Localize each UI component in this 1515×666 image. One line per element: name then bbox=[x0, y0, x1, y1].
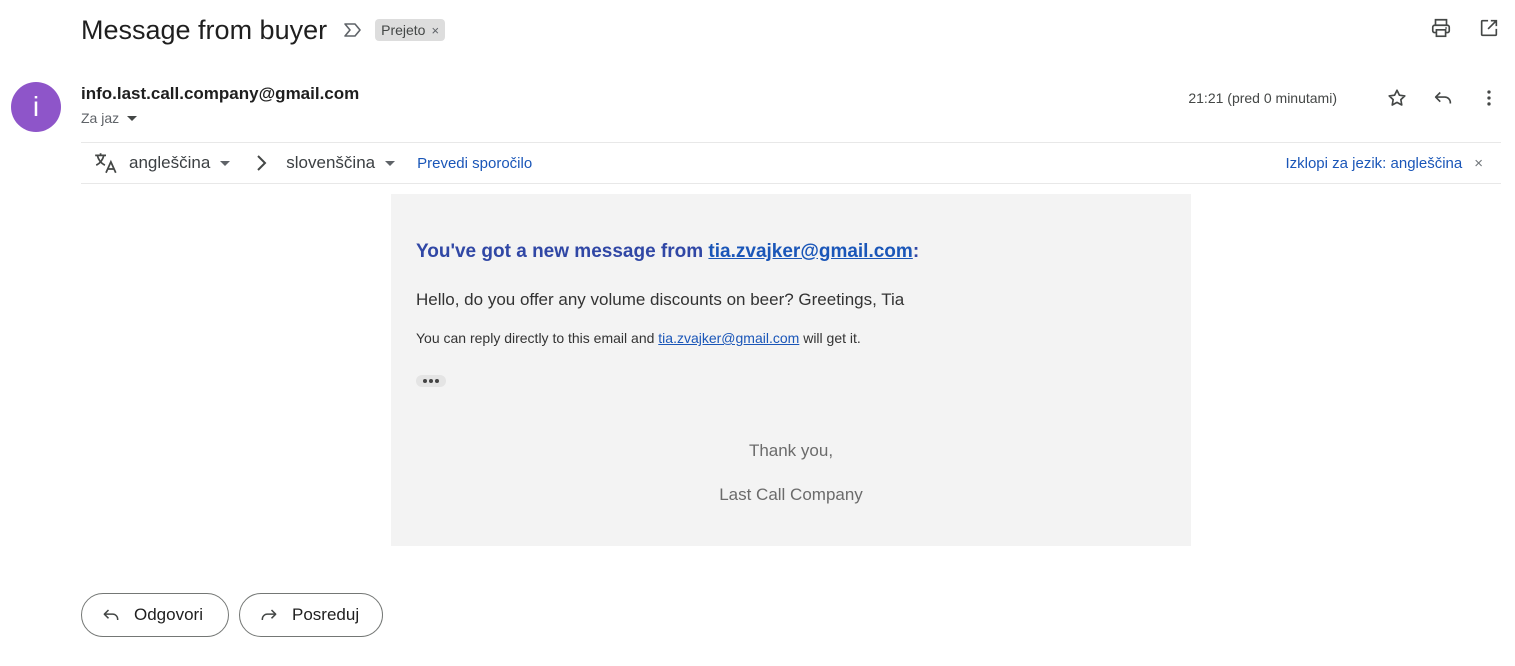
show-trimmed-content-button[interactable] bbox=[416, 375, 446, 387]
target-language-select[interactable]: slovenščina bbox=[286, 153, 396, 173]
label-chip-text: Prejeto bbox=[381, 22, 426, 38]
importance-marker-icon[interactable] bbox=[343, 20, 363, 40]
headline-suffix: : bbox=[912, 241, 920, 262]
turn-off-translation-link[interactable]: Izklopi za jezik: angleščina bbox=[1285, 155, 1462, 172]
reply-note: You can reply directly to this email and… bbox=[416, 330, 861, 346]
star-icon[interactable] bbox=[1385, 86, 1409, 110]
avatar-letter: i bbox=[32, 91, 40, 122]
close-icon[interactable]: × bbox=[1474, 155, 1483, 172]
forward-icon bbox=[258, 604, 280, 626]
recipient-details-toggle[interactable]: Za jaz bbox=[81, 110, 138, 126]
translate-message-link[interactable]: Prevedi sporočilo bbox=[417, 155, 532, 172]
print-icon[interactable] bbox=[1429, 16, 1453, 40]
chevron-down-icon bbox=[385, 160, 396, 166]
target-language-label: slovenščina bbox=[286, 153, 376, 172]
message-text: Hello, do you offer any volume discounts… bbox=[416, 290, 905, 309]
message-meta: 21:21 (pred 0 minutami) bbox=[1188, 86, 1501, 110]
message-headline: You've got a new message from tia.zvajke… bbox=[416, 241, 919, 263]
translate-off-group: Izklopi za jezik: angleščina × bbox=[1285, 155, 1483, 172]
more-vert-icon[interactable] bbox=[1477, 86, 1501, 110]
recipient-label: Za jaz bbox=[81, 110, 120, 126]
label-chip-inbox: Prejeto × bbox=[375, 19, 446, 41]
forward-button-label: Posreduj bbox=[292, 605, 360, 624]
email-body: You've got a new message from tia.zvajke… bbox=[391, 194, 1191, 546]
headline-email-link[interactable]: tia.zvajker@gmail.com bbox=[708, 241, 912, 262]
source-language-select[interactable]: angleščina bbox=[129, 153, 231, 173]
top-actions bbox=[1429, 16, 1501, 40]
reply-note-suffix: will get it. bbox=[799, 330, 861, 346]
translate-bar: angleščina slovenščina Prevedi sporočilo… bbox=[81, 142, 1501, 184]
reply-button[interactable]: Odgovori bbox=[81, 593, 229, 637]
reply-email-link[interactable]: tia.zvajker@gmail.com bbox=[658, 330, 799, 346]
timestamp: 21:21 (pred 0 minutami) bbox=[1188, 90, 1337, 106]
chevron-down-icon bbox=[127, 115, 138, 121]
translate-icon bbox=[93, 150, 119, 176]
source-language-label: angleščina bbox=[129, 153, 211, 172]
dot bbox=[423, 379, 427, 383]
closing-company: Last Call Company bbox=[719, 485, 863, 504]
headline-prefix: You've got a new message from bbox=[416, 241, 709, 262]
closing-thanks: Thank you, bbox=[748, 441, 834, 460]
reply-icon[interactable] bbox=[1431, 86, 1455, 110]
avatar[interactable]: i bbox=[11, 82, 61, 132]
reply-button-label: Odgovori bbox=[134, 605, 203, 624]
forward-button[interactable]: Posreduj bbox=[239, 593, 383, 637]
open-in-new-window-icon[interactable] bbox=[1477, 16, 1501, 40]
subject-row: Message from buyer Prejeto × bbox=[81, 12, 446, 48]
remove-label-icon[interactable]: × bbox=[431, 23, 439, 38]
reply-note-prefix: You can reply directly to this email and bbox=[416, 330, 659, 346]
chevron-down-icon bbox=[220, 160, 231, 166]
dot bbox=[435, 379, 439, 383]
sender-email[interactable]: info.last.call.company@gmail.com bbox=[81, 84, 359, 104]
reply-icon bbox=[100, 604, 122, 626]
dot bbox=[429, 379, 433, 383]
email-subject: Message from buyer bbox=[81, 14, 328, 45]
chevron-right-icon bbox=[254, 153, 270, 173]
